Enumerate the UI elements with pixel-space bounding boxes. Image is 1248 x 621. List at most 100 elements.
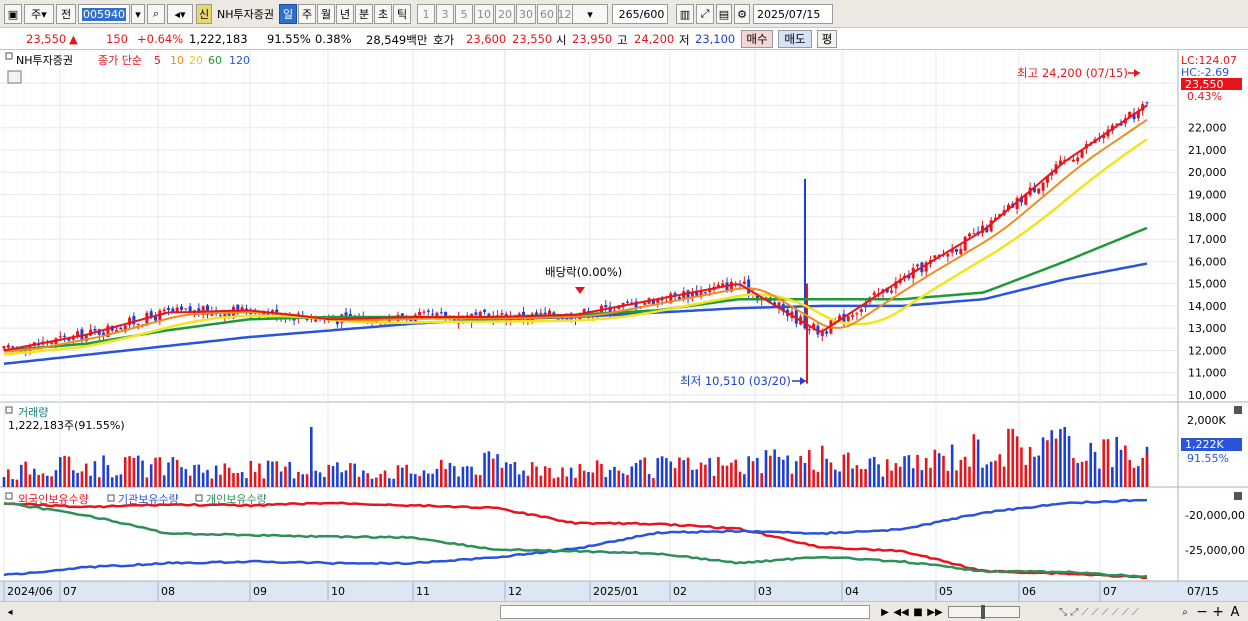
count-field[interactable]: 265/600: [612, 4, 668, 24]
settings-gear-icon[interactable]: ⚙: [734, 4, 750, 24]
high-annotation: 최고 24,200 (07/15): [1017, 66, 1140, 80]
volume-bar: [214, 465, 218, 487]
volume-bar: [911, 468, 915, 487]
interval-button-60[interactable]: 60: [537, 4, 557, 24]
volume-bar: [764, 450, 768, 487]
stop-icon[interactable]: ■: [911, 605, 925, 619]
search-icon[interactable]: ⌕: [147, 4, 165, 24]
volume-bar: [353, 463, 356, 487]
zoom-out-icon[interactable]: ⌕: [1178, 605, 1192, 619]
font-size-button[interactable]: A: [1228, 605, 1242, 620]
scroll-thumb[interactable]: [500, 605, 870, 619]
interval-button-10[interactable]: 10: [474, 4, 494, 24]
volume-bar: [418, 476, 421, 487]
volume-bar: [877, 464, 880, 487]
interval-dropdown[interactable]: ▾: [572, 4, 608, 24]
prev-button[interactable]: 전: [56, 4, 76, 24]
volume-bar: [1106, 439, 1110, 487]
period-button-1[interactable]: 주: [298, 4, 316, 24]
volume-bar: [898, 466, 902, 487]
speed-slider[interactable]: [948, 605, 1020, 619]
stock-chart[interactable]: NH투자증권 종가 단순 5 10 20 60 120 22,000 21,000…: [0, 50, 1248, 601]
volume-bar: [7, 469, 10, 487]
period-button-2[interactable]: 월: [317, 4, 335, 24]
volume-panel-close-icon[interactable]: [1234, 406, 1242, 414]
interval-button-5[interactable]: 5: [455, 4, 473, 24]
date-label: 04: [845, 585, 859, 598]
fast-forward-icon[interactable]: ▶▶: [927, 605, 943, 619]
interval-button-1[interactable]: 1: [417, 4, 435, 24]
low-note: 최저 10,510 (03/20): [680, 374, 791, 388]
volume-bar: [846, 452, 850, 487]
volume-bar: [388, 478, 391, 487]
volume-bar: [1119, 449, 1123, 487]
volume-bar: [318, 472, 322, 487]
table-view-icon[interactable]: [7, 70, 22, 84]
drawing-tools[interactable]: ⤡ ⤢ ⟋ ⟋ ⟋ ⟋ ⟋ ⟋: [1024, 605, 1174, 619]
candle-body: [967, 233, 971, 237]
current-price: 23,550: [26, 32, 67, 46]
date-input[interactable]: 2025/07/15: [753, 4, 833, 24]
volume-bar: [496, 454, 499, 487]
volume-bar: [526, 475, 530, 487]
sound-icon[interactable]: ◂▾: [167, 4, 193, 24]
period-button-6[interactable]: 틱: [393, 4, 411, 24]
volume-bar: [431, 473, 434, 487]
volume-bar: [946, 470, 950, 487]
interval-button-3[interactable]: 3: [436, 4, 454, 24]
stock-code-input[interactable]: 005940: [78, 4, 130, 24]
volume-bar: [1128, 460, 1131, 487]
zoom-plus-button[interactable]: +: [1212, 604, 1224, 620]
volume-bar: [180, 467, 183, 487]
zoom-minus-button[interactable]: −: [1196, 604, 1208, 620]
volume-bar: [872, 456, 876, 487]
evaluation-button[interactable]: 평: [817, 30, 837, 48]
volume-bar: [669, 461, 673, 487]
volume-bar: [249, 460, 253, 487]
volume-bar: [253, 471, 257, 487]
volume-bar: [435, 468, 439, 487]
legend-ma-5: 5: [154, 54, 161, 67]
period-button-3[interactable]: 년: [336, 4, 354, 24]
volume-bar: [864, 468, 867, 487]
candle-body: [167, 308, 171, 310]
candle-body: [807, 329, 811, 331]
holding-panel-close-icon[interactable]: [1234, 492, 1242, 500]
new-badge[interactable]: 신: [196, 4, 212, 24]
volume-bar: [379, 473, 382, 487]
period-button-5[interactable]: 초: [374, 4, 392, 24]
date-label: 07: [63, 585, 77, 598]
volume-bar: [595, 460, 599, 487]
volume-bar: [188, 475, 192, 487]
type-select[interactable]: 주 ▾: [24, 4, 54, 24]
volume-bar: [106, 465, 110, 487]
volume-bar: [963, 456, 967, 487]
candle-type-icon[interactable]: ▥: [676, 4, 694, 24]
date-label: 09: [253, 585, 267, 598]
sell-button[interactable]: 매도: [778, 30, 812, 48]
save-icon[interactable]: ▤: [716, 4, 732, 24]
buy-button[interactable]: 매수: [741, 30, 773, 48]
code-dropdown-icon[interactable]: ▾: [131, 4, 145, 24]
volume-bar: [786, 455, 789, 487]
volume-bar: [89, 475, 92, 487]
interval-button-20[interactable]: 20: [495, 4, 515, 24]
interval-button-30[interactable]: 30: [516, 4, 536, 24]
candle-body: [933, 255, 937, 259]
volume-bar: [474, 474, 478, 487]
period-button-4[interactable]: 분: [355, 4, 373, 24]
period-button-0[interactable]: 일: [279, 4, 297, 24]
volume-bar: [656, 458, 660, 487]
window-menu-icon[interactable]: ▣: [4, 4, 22, 24]
volume-bar: [427, 473, 430, 487]
volume-bar: [54, 470, 58, 487]
scroll-left-icon[interactable]: ◂: [4, 605, 16, 619]
date-label: 08: [161, 585, 175, 598]
volume-bar: [483, 452, 486, 487]
chart-scrollbar[interactable]: ◂ ▶ ◀◀ ■ ▶▶ ⤡ ⤢ ⟋ ⟋ ⟋ ⟋ ⟋ ⟋ ⌕ − + A: [0, 601, 1248, 621]
candle-body: [435, 312, 439, 317]
volume-bar: [686, 457, 690, 487]
play-icon[interactable]: ▶: [878, 605, 892, 619]
drawing-tool-icon[interactable]: ⤢: [696, 4, 714, 24]
rewind-icon[interactable]: ◀◀: [893, 605, 908, 619]
